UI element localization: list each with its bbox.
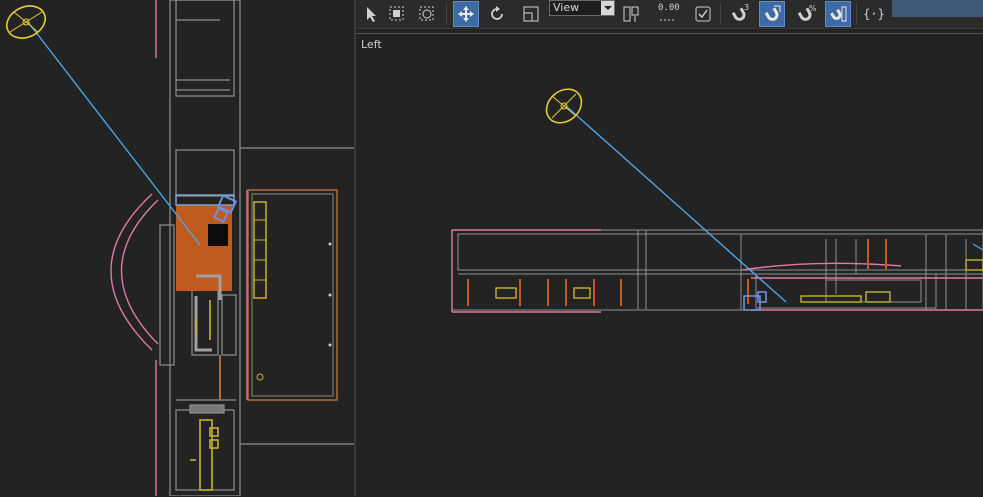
toggle-scene-explorer-button[interactable] bbox=[690, 1, 716, 27]
elevation-furniture bbox=[495, 259, 983, 303]
svg-text:3: 3 bbox=[744, 3, 749, 12]
percent-snap-icon: % bbox=[797, 4, 816, 21]
orange-floor bbox=[176, 205, 232, 291]
top-viewport[interactable] bbox=[0, 0, 354, 496]
spinner-snap-toggle-button[interactable] bbox=[825, 1, 851, 27]
named-selection-button[interactable]: {·} bbox=[861, 1, 887, 27]
scale-button[interactable] bbox=[518, 1, 544, 27]
angle-snap-button[interactable] bbox=[759, 1, 785, 27]
yellow-items bbox=[190, 300, 219, 491]
named-selection-icon: {·} bbox=[863, 7, 885, 21]
top-viewport-scene bbox=[2, 0, 354, 496]
select-object-icon bbox=[367, 7, 376, 22]
view-dropdown-label: View bbox=[553, 1, 580, 14]
lasso-select-button[interactable] bbox=[414, 1, 440, 27]
light-gizmo-icon[interactable] bbox=[2, 0, 51, 44]
side-room bbox=[247, 189, 338, 401]
chevron-down-icon[interactable] bbox=[601, 1, 614, 15]
move-button[interactable] bbox=[453, 1, 479, 27]
select-object-button[interactable] bbox=[358, 1, 384, 27]
lasso-select-icon bbox=[419, 6, 434, 21]
pivot-icon bbox=[623, 6, 639, 22]
move-icon bbox=[458, 6, 474, 22]
building-elevation bbox=[451, 229, 983, 311]
left-viewport[interactable]: Left bbox=[356, 33, 983, 497]
angle-snap-icon bbox=[764, 5, 781, 21]
light-target-line bbox=[565, 105, 787, 303]
main-toolbar: View 0.00 3 % {·} bbox=[356, 0, 983, 29]
rotate-icon bbox=[491, 6, 503, 20]
region-select-button[interactable] bbox=[384, 1, 410, 27]
spinner-snap-button[interactable]: 0.00 bbox=[654, 1, 680, 27]
snaps-toggle-button[interactable]: 3 bbox=[726, 1, 752, 27]
spinner-snap-value: 0.00 bbox=[658, 3, 680, 13]
light-gizmo-icon[interactable] bbox=[540, 82, 588, 129]
checkbox-window-icon bbox=[695, 6, 711, 22]
percent-snap-button[interactable]: % bbox=[792, 1, 818, 27]
snap-toggle-icon: 3 bbox=[731, 3, 749, 21]
region-select-icon bbox=[389, 6, 404, 21]
rotate-button[interactable] bbox=[484, 1, 510, 27]
elevation-boundary bbox=[451, 229, 983, 313]
scale-icon bbox=[523, 6, 539, 22]
spinner-icon bbox=[830, 6, 847, 22]
light-target-line bbox=[27, 21, 201, 246]
pivot-center-button[interactable] bbox=[618, 1, 644, 27]
reference-coordinate-dropdown[interactable]: View bbox=[549, 0, 615, 16]
camera-line bbox=[972, 243, 983, 251]
dark-block bbox=[208, 224, 228, 246]
named-selection-field[interactable] bbox=[892, 0, 983, 17]
left-viewport-scene bbox=[451, 82, 983, 313]
svg-text:%: % bbox=[809, 4, 816, 13]
